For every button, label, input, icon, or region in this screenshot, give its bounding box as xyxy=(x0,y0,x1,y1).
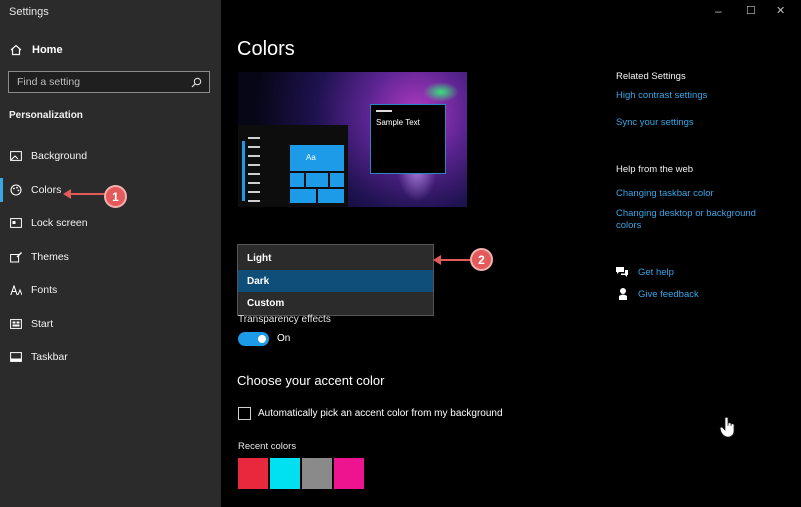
desktop-color-link[interactable]: Changing desktop or background colors xyxy=(616,208,776,232)
feedback-icon xyxy=(615,287,629,301)
color-swatch[interactable] xyxy=(238,458,268,489)
sidebar-item-themes[interactable]: Themes xyxy=(9,249,69,265)
theme-preview: Aa Sample Text xyxy=(238,72,467,207)
recent-colors-label: Recent colors xyxy=(238,441,297,452)
preview-window: Sample Text xyxy=(370,104,446,174)
color-swatch[interactable] xyxy=(302,458,332,489)
transparency-state: On xyxy=(277,333,291,344)
dropdown-option-dark[interactable]: Dark xyxy=(238,270,433,292)
dropdown-option-custom[interactable]: Custom xyxy=(238,292,433,314)
preview-sample-text: Sample Text xyxy=(376,118,420,127)
home-label: Home xyxy=(32,44,63,56)
sidebar-item-label: Fonts xyxy=(31,284,58,296)
color-swatch[interactable] xyxy=(334,458,364,489)
app-mode-dropdown[interactable]: Light Dark Custom xyxy=(237,244,434,316)
search-box[interactable] xyxy=(8,71,210,93)
toggle-knob xyxy=(258,335,266,343)
sidebar-item-label: Lock screen xyxy=(31,217,88,229)
dropdown-option-light[interactable]: Light xyxy=(238,247,433,269)
sidebar-item-label: Start xyxy=(31,318,54,330)
start-icon xyxy=(9,318,22,330)
callout-badge-2: 2 xyxy=(470,248,493,271)
accent-section-title: Choose your accent color xyxy=(237,373,385,388)
auto-accent-checkbox[interactable] xyxy=(238,407,251,420)
help-heading: Help from the web xyxy=(616,164,694,175)
palette-icon xyxy=(9,184,22,196)
sidebar-item-lock-screen[interactable]: Lock screen xyxy=(9,215,88,231)
give-feedback-link[interactable]: Give feedback xyxy=(638,289,699,301)
sync-settings-link[interactable]: Sync your settings xyxy=(616,117,694,129)
callout-badge-1: 1 xyxy=(104,185,127,208)
sidebar-item-label: Themes xyxy=(31,251,69,263)
home-icon xyxy=(9,44,22,56)
callout-arrow-2 xyxy=(433,255,470,265)
section-heading: Personalization xyxy=(9,110,83,121)
auto-accent-label: Automatically pick an accent color from … xyxy=(258,408,503,419)
sidebar-item-label: Taskbar xyxy=(31,351,68,363)
callout-arrow-1 xyxy=(63,189,106,199)
sidebar-item-colors[interactable]: Colors xyxy=(0,178,62,202)
sidebar: Settings Home Personalization Background… xyxy=(0,0,221,507)
maximize-button[interactable]: ☐ xyxy=(746,4,756,17)
sidebar-item-fonts[interactable]: Fonts xyxy=(9,282,57,298)
sidebar-item-start[interactable]: Start xyxy=(9,316,53,332)
preview-wallpaper-glow xyxy=(423,82,459,102)
search-input[interactable] xyxy=(17,76,190,88)
get-help-link[interactable]: Get help xyxy=(638,267,674,279)
app-title: Settings xyxy=(9,6,49,18)
home-nav-item[interactable]: Home xyxy=(9,41,63,59)
close-button[interactable]: ✕ xyxy=(776,4,785,17)
picture-icon xyxy=(9,150,22,162)
preview-tiles: Aa xyxy=(290,145,344,205)
brush-icon xyxy=(9,251,22,263)
transparency-label: Transparency effects xyxy=(238,314,331,325)
related-settings-heading: Related Settings xyxy=(616,71,686,82)
transparency-toggle[interactable] xyxy=(238,332,269,346)
preview-app-list xyxy=(248,137,260,207)
minimize-button[interactable]: – xyxy=(715,4,722,18)
sidebar-item-background[interactable]: Background xyxy=(9,148,87,164)
page-title: Colors xyxy=(237,38,295,60)
sidebar-item-taskbar[interactable]: Taskbar xyxy=(9,349,68,365)
sidebar-item-label: Colors xyxy=(31,184,62,196)
lock-screen-icon xyxy=(9,217,22,229)
sidebar-item-label: Background xyxy=(31,150,88,162)
preview-accent-bar xyxy=(242,141,245,201)
chat-icon xyxy=(615,265,629,279)
taskbar-icon xyxy=(9,351,22,363)
preview-start-menu: Aa xyxy=(238,125,348,207)
search-icon[interactable] xyxy=(190,76,203,88)
preview-tile-text: Aa xyxy=(306,153,316,162)
taskbar-color-link[interactable]: Changing taskbar color xyxy=(616,188,714,200)
fonts-icon xyxy=(9,284,22,296)
hand-cursor-icon xyxy=(719,416,737,443)
high-contrast-link[interactable]: High contrast settings xyxy=(616,90,707,102)
color-swatch[interactable] xyxy=(270,458,300,489)
selection-indicator xyxy=(0,178,3,202)
